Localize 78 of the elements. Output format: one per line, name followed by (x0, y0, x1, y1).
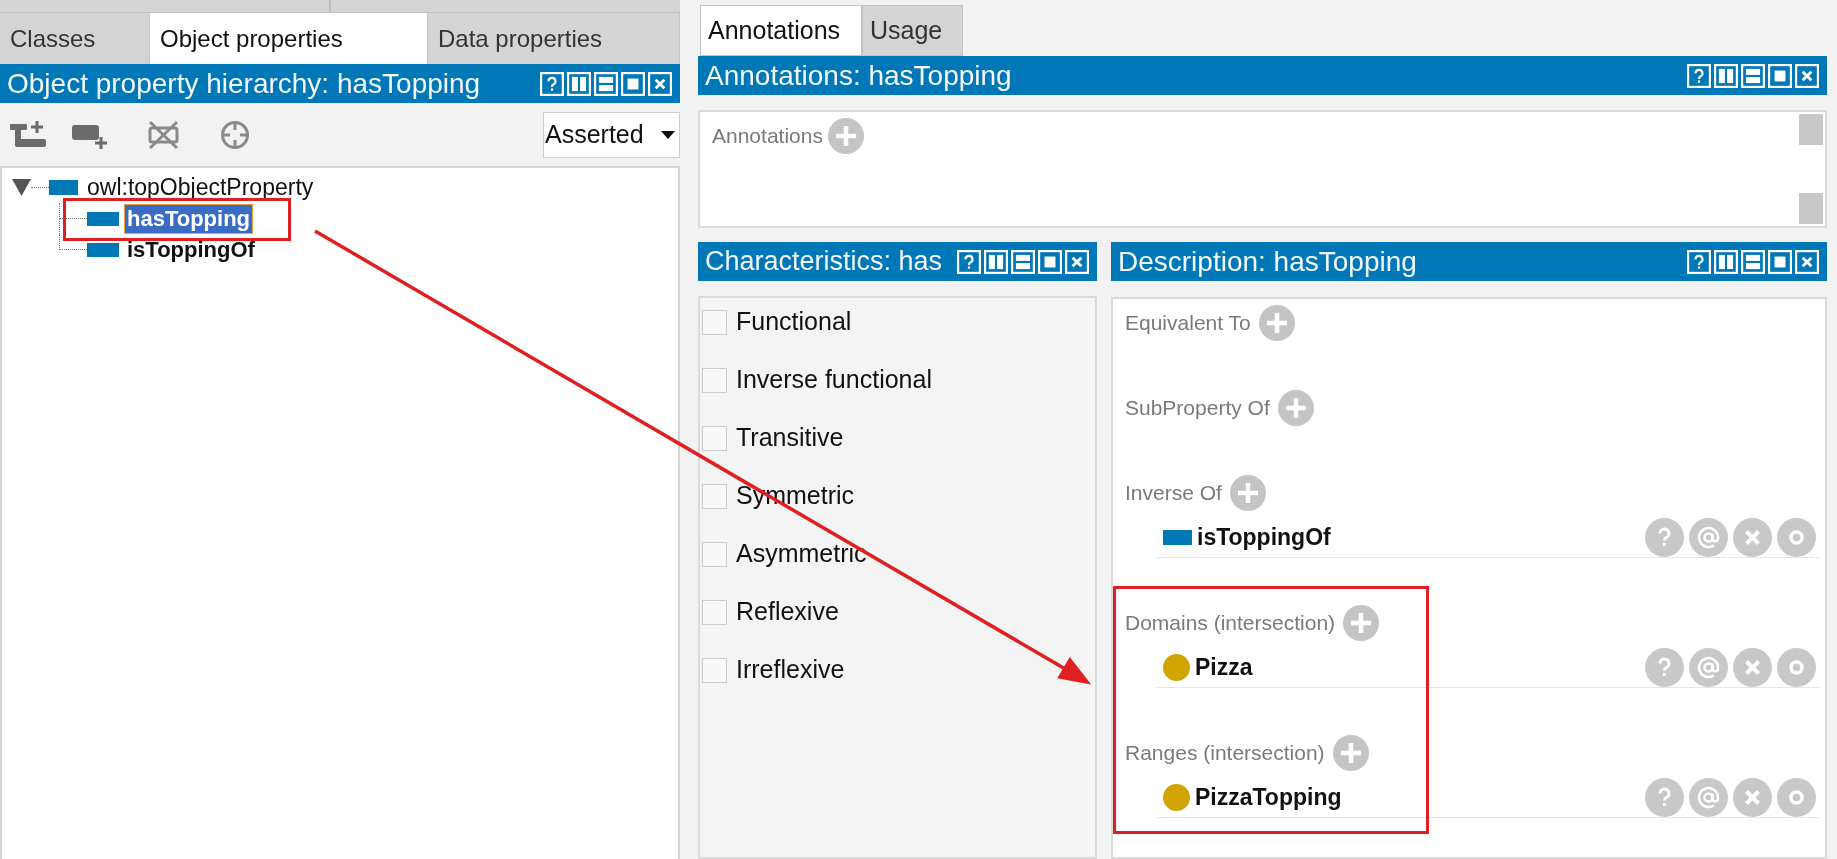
checkbox-label: Functional (736, 306, 852, 338)
checkbox[interactable] (702, 657, 727, 683)
scrollbar-button[interactable] (1799, 114, 1823, 145)
checkbox[interactable] (702, 425, 727, 451)
help-icon[interactable] (1687, 249, 1711, 274)
checkbox[interactable] (702, 483, 727, 509)
checkbox-label: Asymmetric (736, 538, 867, 570)
crosshair-icon[interactable] (220, 119, 250, 150)
checkbox-label: Inverse functional (736, 364, 932, 396)
section-label: Equivalent To (1125, 310, 1251, 337)
add-icon[interactable] (1332, 735, 1369, 771)
checkbox[interactable] (702, 599, 727, 625)
panel-title: Object property hierarchy: hasTopping (7, 69, 481, 98)
split-vertical-icon[interactable] (567, 71, 591, 96)
at-sign-icon[interactable] (1689, 647, 1728, 687)
at-sign-icon[interactable] (1689, 517, 1728, 557)
scrollbar-button[interactable] (1799, 193, 1823, 224)
split-vertical-icon[interactable] (1714, 63, 1738, 88)
property-icon (87, 211, 119, 226)
close-icon[interactable] (1065, 249, 1089, 274)
maximize-icon[interactable] (1038, 249, 1062, 274)
view-select[interactable]: Asserted (543, 111, 680, 158)
add-icon[interactable] (1277, 390, 1314, 426)
maximize-icon[interactable] (1768, 249, 1792, 274)
tab[interactable]: Usage (862, 5, 963, 56)
help-icon[interactable] (1687, 63, 1711, 88)
panel-title: Characteristics: has (705, 248, 943, 275)
section-label: Annotations (712, 123, 823, 150)
add-icon[interactable] (1258, 305, 1295, 341)
ring-icon[interactable] (1777, 517, 1816, 557)
tab[interactable]: Annotations (700, 5, 862, 56)
panel-title: Annotations: hasTopping (705, 61, 1012, 90)
split-horizontal-icon[interactable] (1011, 249, 1035, 274)
section-label: Domains (intersection) (1125, 610, 1336, 637)
add-icon[interactable] (1229, 475, 1266, 511)
split-vertical-icon[interactable] (1714, 249, 1738, 274)
checkbox-label: Irreflexive (736, 654, 845, 686)
panel-title: Description: hasTopping (1118, 247, 1417, 276)
split-horizontal-icon[interactable] (1741, 249, 1765, 274)
add-icon[interactable] (1343, 605, 1380, 641)
checkbox[interactable] (702, 541, 727, 567)
class-icon (1163, 653, 1190, 681)
add-icon[interactable] (827, 118, 864, 154)
select-value: Asserted (545, 118, 644, 150)
tree-item[interactable]: isToppingOf (124, 234, 258, 265)
checkbox[interactable] (702, 367, 727, 393)
property-icon (87, 242, 119, 257)
checkbox-label: Transitive (736, 422, 844, 454)
tree-item[interactable]: owl:topObjectProperty (84, 173, 317, 202)
section-label: Inverse Of (1125, 480, 1222, 507)
maximize-icon[interactable] (621, 71, 645, 96)
checkbox-label: Reflexive (736, 596, 839, 628)
ring-icon[interactable] (1777, 647, 1816, 687)
split-vertical-icon[interactable] (984, 249, 1008, 274)
section-label: SubProperty Of (1125, 395, 1270, 422)
property-icon (1163, 529, 1192, 545)
close-icon[interactable] (1795, 249, 1819, 274)
help-icon[interactable] (540, 71, 564, 96)
tree-item[interactable]: hasTopping (124, 203, 254, 234)
at-sign-icon[interactable] (1689, 777, 1728, 817)
collapse-triangle-icon[interactable] (12, 179, 31, 196)
checkbox[interactable] (702, 309, 727, 335)
property-icon (49, 180, 78, 195)
split-horizontal-icon[interactable] (594, 71, 618, 96)
close-icon[interactable] (1795, 63, 1819, 88)
tab[interactable]: Object properties (150, 13, 428, 64)
crossed-node-icon[interactable] (147, 118, 180, 151)
entity-link[interactable]: isToppingOf (1197, 519, 1331, 555)
caret-icon (661, 130, 675, 139)
ring-icon[interactable] (1777, 777, 1816, 817)
split-horizontal-icon[interactable] (1741, 63, 1765, 88)
class-icon (1163, 783, 1190, 811)
help-icon[interactable] (957, 249, 981, 274)
maximize-icon[interactable] (1768, 63, 1792, 88)
close-icon[interactable] (648, 71, 672, 96)
section-label: Ranges (intersection) (1125, 740, 1325, 767)
entity-link[interactable]: PizzaTopping (1195, 779, 1342, 815)
entity-link[interactable]: Pizza (1195, 649, 1253, 685)
